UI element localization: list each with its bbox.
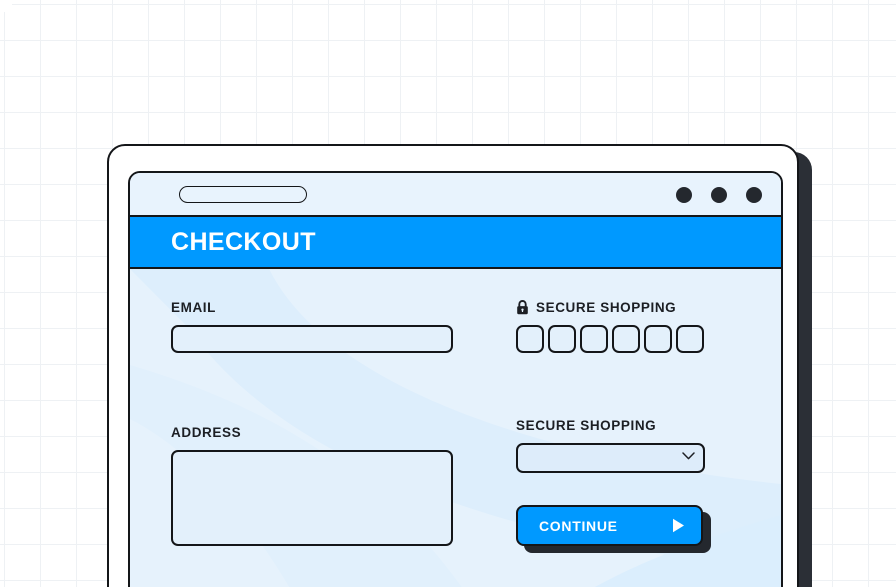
play-triangle-icon bbox=[673, 518, 684, 533]
right-column-spacer bbox=[516, 353, 736, 418]
secure-code-label: SECURE SHOPPING bbox=[536, 300, 677, 315]
form-column-right: SECURE SHOPPING SECURE SHOPPING CONTINUE bbox=[516, 300, 736, 553]
browser-window: CHECKOUT EMAIL ADDRESS SECURE SHOPPING S… bbox=[107, 144, 799, 587]
secure-code-boxes bbox=[516, 325, 736, 353]
secure-code-label-row: SECURE SHOPPING bbox=[516, 300, 736, 315]
code-box-5[interactable] bbox=[644, 325, 672, 353]
lock-icon bbox=[517, 300, 528, 315]
url-input[interactable] bbox=[179, 186, 307, 203]
continue-button[interactable]: CONTINUE bbox=[516, 505, 703, 546]
browser-screen: CHECKOUT EMAIL ADDRESS SECURE SHOPPING S… bbox=[128, 171, 783, 587]
secure-select-label: SECURE SHOPPING bbox=[516, 418, 657, 433]
address-label: ADDRESS bbox=[171, 425, 242, 440]
continue-button-label: CONTINUE bbox=[539, 517, 618, 534]
code-box-4[interactable] bbox=[612, 325, 640, 353]
form-columns: EMAIL ADDRESS SECURE SHOPPING SECURE SHO… bbox=[130, 269, 781, 553]
secure-select-wrapper bbox=[516, 443, 705, 473]
window-dot-2[interactable] bbox=[711, 187, 727, 203]
address-textarea[interactable] bbox=[171, 450, 453, 546]
page-title: CHECKOUT bbox=[171, 227, 316, 256]
continue-button-wrapper: CONTINUE bbox=[516, 505, 711, 553]
page-header: CHECKOUT bbox=[130, 217, 781, 269]
code-box-2[interactable] bbox=[548, 325, 576, 353]
email-input[interactable] bbox=[171, 325, 453, 353]
code-box-6[interactable] bbox=[676, 325, 704, 353]
window-controls bbox=[676, 187, 762, 203]
left-column-spacer bbox=[171, 353, 453, 425]
secure-select[interactable] bbox=[516, 443, 705, 473]
browser-titlebar bbox=[130, 173, 781, 217]
checkout-form-panel: EMAIL ADDRESS SECURE SHOPPING SECURE SHO… bbox=[130, 269, 781, 587]
window-dot-3[interactable] bbox=[746, 187, 762, 203]
window-dot-1[interactable] bbox=[676, 187, 692, 203]
email-label: EMAIL bbox=[171, 300, 216, 315]
illustration-canvas: CHECKOUT EMAIL ADDRESS SECURE SHOPPING S… bbox=[0, 0, 896, 587]
form-column-left: EMAIL ADDRESS bbox=[171, 300, 453, 551]
code-box-1[interactable] bbox=[516, 325, 544, 353]
code-box-3[interactable] bbox=[580, 325, 608, 353]
